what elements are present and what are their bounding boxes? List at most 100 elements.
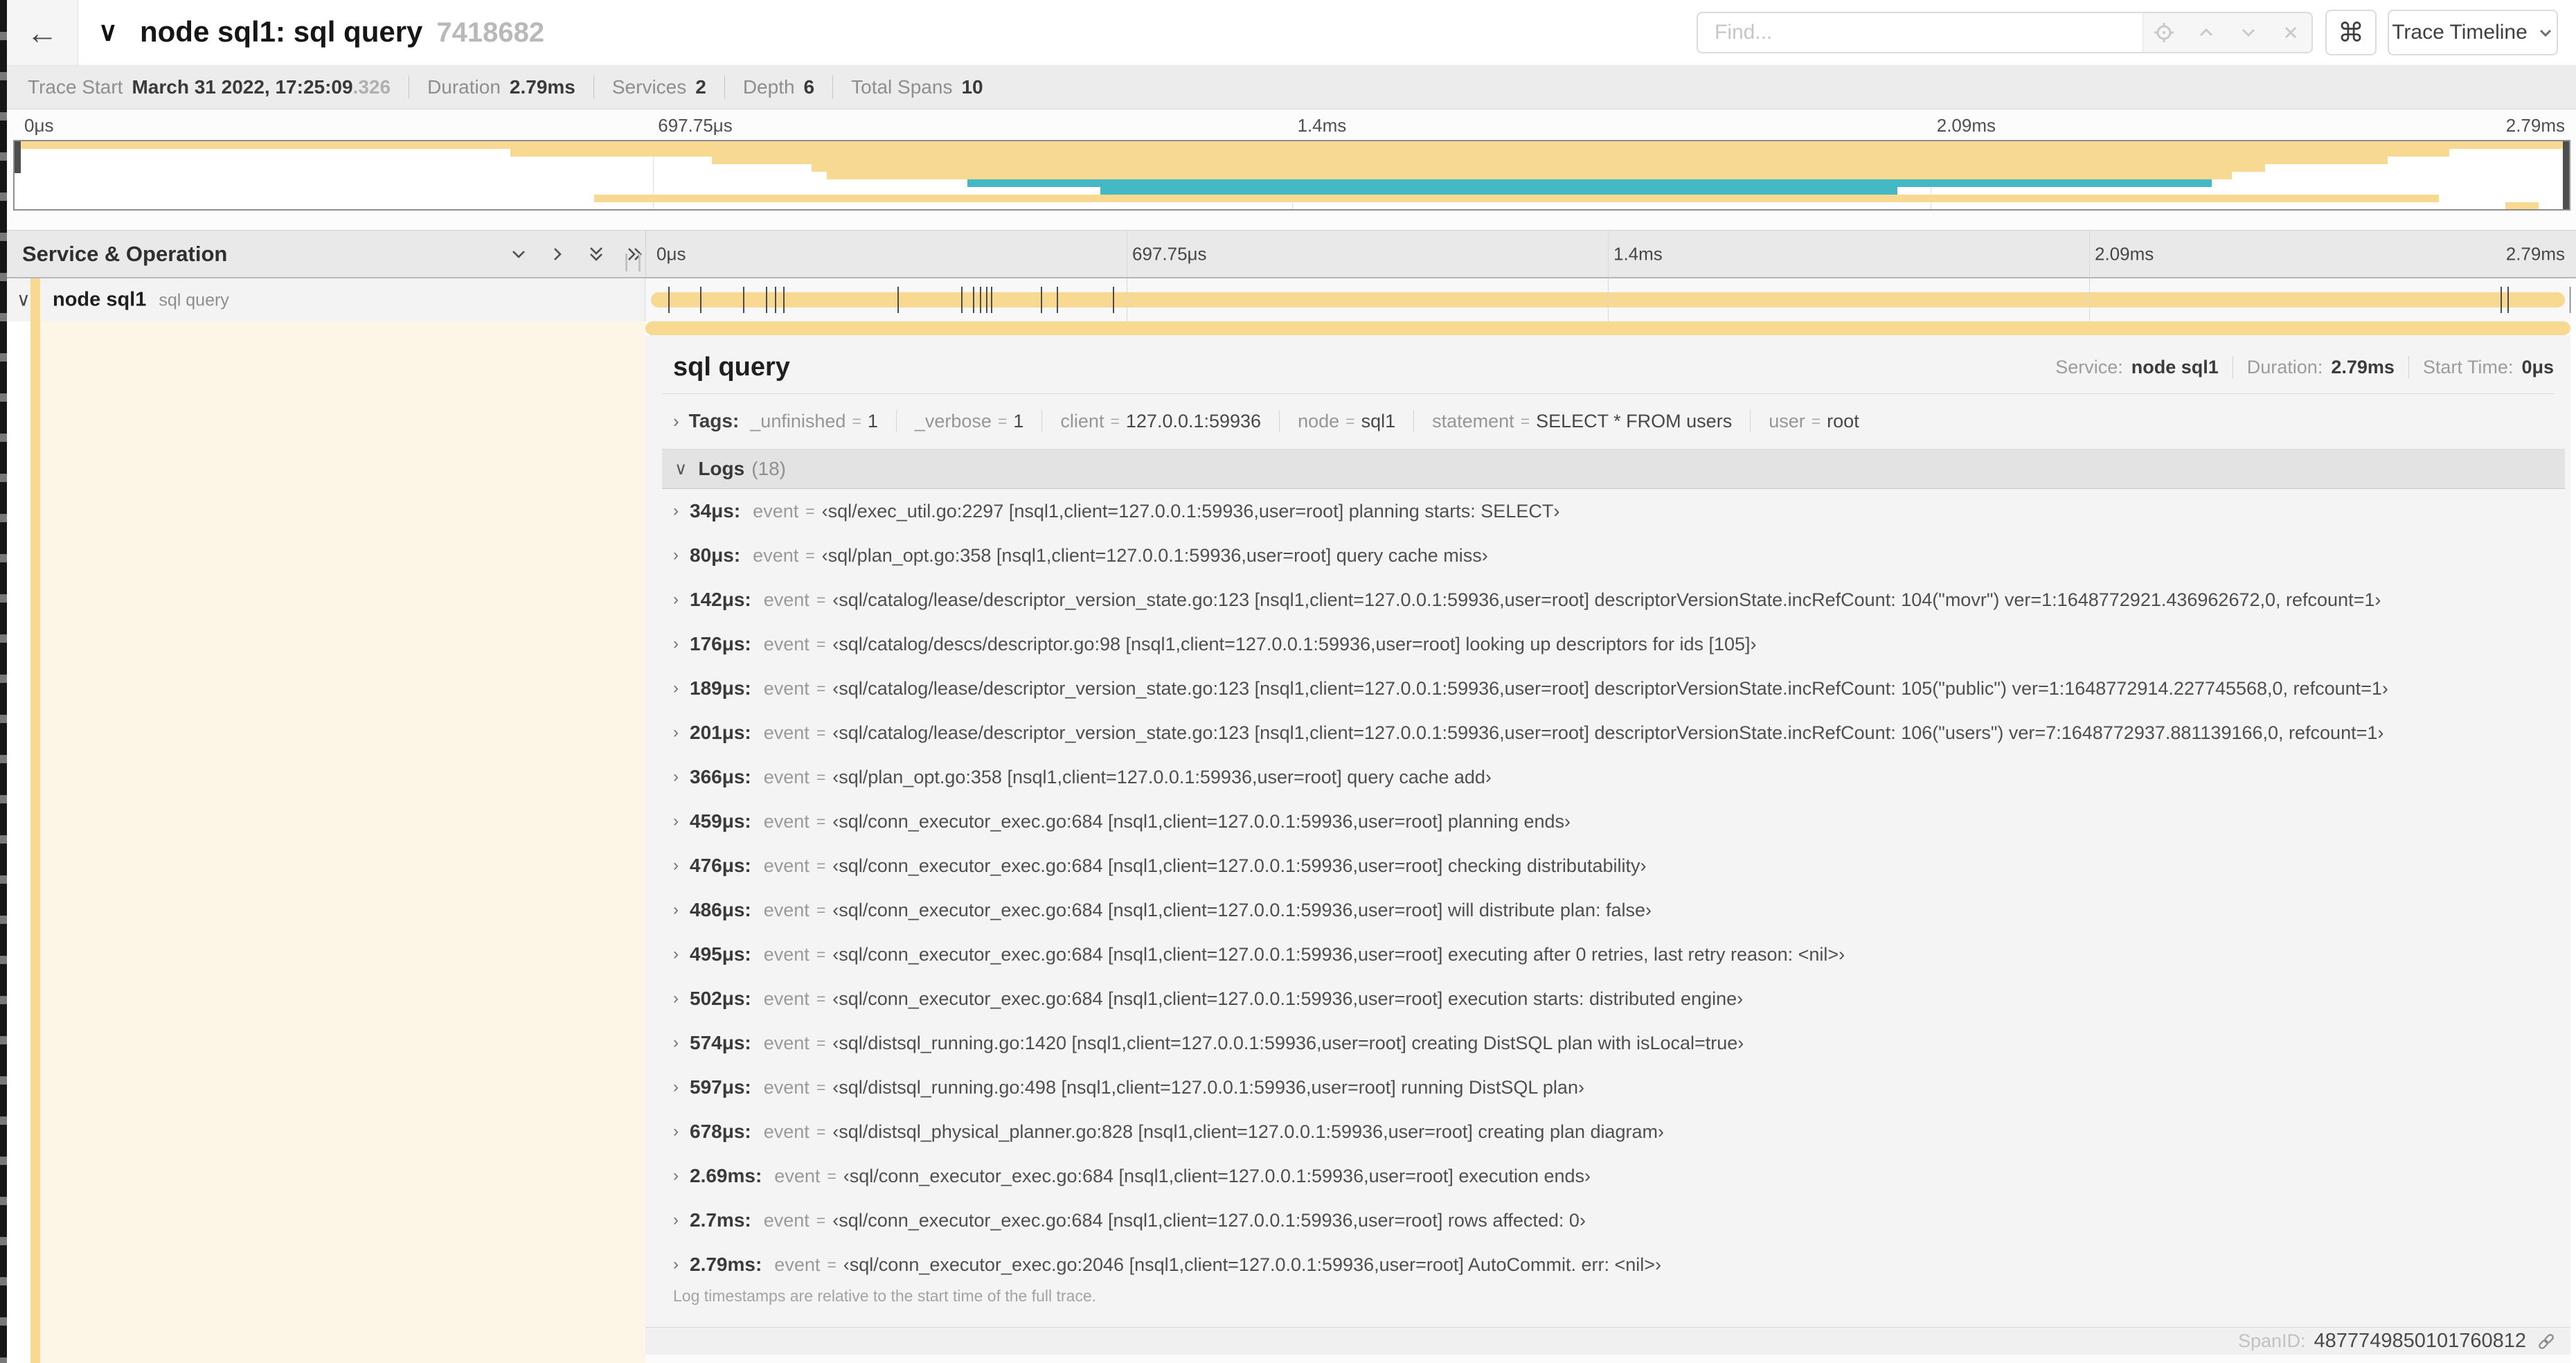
- log-row[interactable]: › 459μs: event = ‹sql/conn_executor_exec.go:…: [673, 799, 2550, 844]
- viewport-drag-handle-right[interactable]: [2563, 141, 2569, 209]
- span-collapse-caret-icon[interactable]: ∨: [17, 289, 30, 311]
- chevron-down-icon: [2539, 29, 2551, 37]
- log-marker-tick: [668, 287, 670, 313]
- tick-label: 2.09ms: [1936, 115, 1996, 136]
- span-row-timeline[interactable]: [645, 278, 2570, 321]
- timeline-column-header: Service & Operation 0μs 697.75μs 1.4ms 2.09…: [7, 230, 2576, 278]
- log-row[interactable]: › 476μs: event = ‹sql/conn_executor_exec.go:…: [673, 844, 2550, 888]
- log-caret-right-icon: ›: [673, 812, 679, 830]
- log-field-name: event: [763, 1032, 810, 1053]
- minimap-span-bar: [510, 149, 2449, 157]
- log-timestamp: 2.69ms:: [690, 1165, 762, 1186]
- span-operation-name: sql query: [159, 290, 229, 310]
- tick-label: 2.09ms: [2095, 243, 2154, 264]
- find-clear-icon[interactable]: [2280, 21, 2302, 44]
- log-value: ‹sql/conn_executor_exec.go:684 [nsql1,cl…: [832, 810, 1571, 832]
- trace-summary-item: Trace Start March 31 2022, 17:25:09.326: [28, 75, 391, 99]
- summary-label: Services: [611, 76, 687, 98]
- log-caret-right-icon: ›: [673, 945, 679, 963]
- log-row[interactable]: › 495μs: event = ‹sql/conn_executor_exec.go:…: [673, 932, 2550, 977]
- trace-collapse-caret-icon[interactable]: ∨: [98, 17, 118, 48]
- log-row[interactable]: › 201μs: event = ‹sql/catalog/lease/descript…: [673, 711, 2550, 755]
- summary-label: Trace Start: [28, 76, 123, 98]
- log-field-name: event: [763, 633, 810, 654]
- span-detail-area: sql query Service: node sql1 Duration: 2.79…: [7, 321, 2576, 1363]
- locate-icon[interactable]: [2153, 21, 2175, 44]
- expand-one-chevron-right-icon[interactable]: [546, 242, 569, 266]
- timeline-minimap-section: 0μs 697.75μs 1.4ms 2.09ms 2.79ms: [7, 109, 2576, 230]
- log-row[interactable]: › 678μs: event = ‹sql/distsql_physical_plann…: [673, 1110, 2550, 1154]
- log-value: ‹sql/distsql_running.go:1420 [nsql1,clie…: [832, 1032, 1744, 1053]
- log-timestamp: 486μs:: [690, 899, 751, 920]
- span-row: ∨ node sql1 sql query: [7, 278, 2576, 321]
- log-field-name: event: [774, 1165, 821, 1186]
- log-caret-right-icon: ›: [673, 679, 679, 697]
- summary-value-suffix: .326: [352, 76, 391, 98]
- log-row[interactable]: › 502μs: event = ‹sql/conn_executor_exec.go:…: [673, 977, 2550, 1021]
- log-value: ‹sql/conn_executor_exec.go:684 [nsql1,cl…: [843, 1165, 1591, 1186]
- equals-sign: =: [816, 945, 826, 963]
- equals-sign: =: [816, 989, 826, 1008]
- collapse-all-double-chevron-down-icon[interactable]: [584, 242, 608, 266]
- deep-link-icon[interactable]: [2536, 1331, 2557, 1352]
- log-value: ‹sql/catalog/lease/descriptor_version_st…: [832, 722, 2384, 743]
- trace-summary-bar: Trace Start March 31 2022, 17:25:09.326 Du…: [7, 66, 2576, 109]
- viewport-drag-handle-left[interactable]: [15, 141, 21, 173]
- log-marker-tick: [1056, 287, 1058, 313]
- log-timestamp: 366μs:: [690, 766, 751, 787]
- find-input[interactable]: [1697, 12, 2143, 53]
- tick-label: 0μs: [656, 243, 686, 264]
- equals-sign: =: [816, 679, 826, 697]
- log-row[interactable]: › 2.79ms: event = ‹sql/conn_executor_exec.go…: [673, 1242, 2550, 1287]
- log-field-name: event: [763, 677, 810, 699]
- log-row[interactable]: › 486μs: event = ‹sql/conn_executor_exec.go:…: [673, 888, 2550, 932]
- timeline-minimap[interactable]: [13, 140, 2570, 211]
- log-timestamp: 34μs:: [690, 500, 741, 522]
- log-timestamp: 597μs:: [690, 1076, 751, 1098]
- log-timestamp: 574μs:: [690, 1032, 751, 1053]
- collapse-one-chevron-down-icon[interactable]: [507, 242, 530, 266]
- span-service-name: node sql1 sql query: [53, 288, 229, 311]
- grid-line: [1608, 278, 1609, 321]
- log-caret-right-icon: ›: [673, 590, 679, 609]
- find-next-icon[interactable]: [2237, 21, 2260, 44]
- minimap-span-bar: [712, 157, 2388, 164]
- back-button[interactable]: ←: [7, 0, 78, 66]
- log-row[interactable]: › 142μs: event = ‹sql/catalog/lease/descript…: [673, 578, 2550, 622]
- span-id-value: 4877749850101760812: [2314, 1330, 2526, 1352]
- minimap-canvas: [15, 141, 2569, 209]
- equals-sign: =: [816, 590, 826, 609]
- keyboard-shortcuts-button[interactable]: ⌘: [2325, 10, 2377, 55]
- log-value: ‹sql/plan_opt.go:358 [nsql1,client=127.0…: [821, 544, 1488, 566]
- log-value: ‹sql/distsql_running.go:498 [nsql1,clien…: [832, 1076, 1584, 1098]
- minimap-tick-labels: 0μs 697.75μs 1.4ms 2.09ms 2.79ms: [13, 115, 2570, 139]
- log-row[interactable]: › 34μs: event = ‹sql/exec_util.go:2297 [nsql…: [673, 489, 2550, 533]
- minimap-span-bar: [827, 172, 2233, 179]
- window-edge-strip: [0, 0, 7, 1363]
- span-row-name-cell[interactable]: ∨ node sql1 sql query: [7, 278, 645, 321]
- log-marker-tick: [2507, 287, 2510, 313]
- log-timestamp: 678μs:: [690, 1121, 751, 1142]
- tick-label: 0μs: [24, 115, 54, 136]
- log-row[interactable]: › 597μs: event = ‹sql/distsql_running.go:498…: [673, 1065, 2550, 1110]
- span-color-stripe[interactable]: [30, 321, 40, 1363]
- log-timestamp: 201μs:: [690, 722, 751, 743]
- log-row[interactable]: › 574μs: event = ‹sql/distsql_running.go:142…: [673, 1021, 2550, 1065]
- log-marker-tick: [766, 287, 768, 313]
- equals-sign: =: [827, 1255, 837, 1274]
- log-row[interactable]: › 189μs: event = ‹sql/catalog/lease/descript…: [673, 666, 2550, 711]
- log-field-name: event: [763, 810, 810, 832]
- grid-line: [1608, 231, 1609, 277]
- tick-label: 697.75μs: [1132, 243, 1207, 264]
- find-prev-icon[interactable]: [2195, 21, 2217, 44]
- back-arrow-icon: ←: [26, 15, 58, 51]
- tick-label: 2.79ms: [2505, 243, 2565, 264]
- view-selector-dropdown[interactable]: Trace Timeline: [2388, 10, 2558, 55]
- log-row[interactable]: › 2.7ms: event = ‹sql/conn_executor_exec.go:…: [673, 1198, 2550, 1242]
- column-resizer-handle[interactable]: [625, 253, 641, 271]
- log-row[interactable]: › 2.69ms: event = ‹sql/conn_executor_exec.go…: [673, 1154, 2550, 1198]
- log-row[interactable]: › 176μs: event = ‹sql/catalog/descs/descript…: [673, 622, 2550, 666]
- log-row[interactable]: › 366μs: event = ‹sql/plan_opt.go:358 [nsql1…: [673, 755, 2550, 799]
- log-row[interactable]: › 80μs: event = ‹sql/plan_opt.go:358 [nsql1,…: [673, 533, 2550, 578]
- grid-line: [2089, 278, 2090, 321]
